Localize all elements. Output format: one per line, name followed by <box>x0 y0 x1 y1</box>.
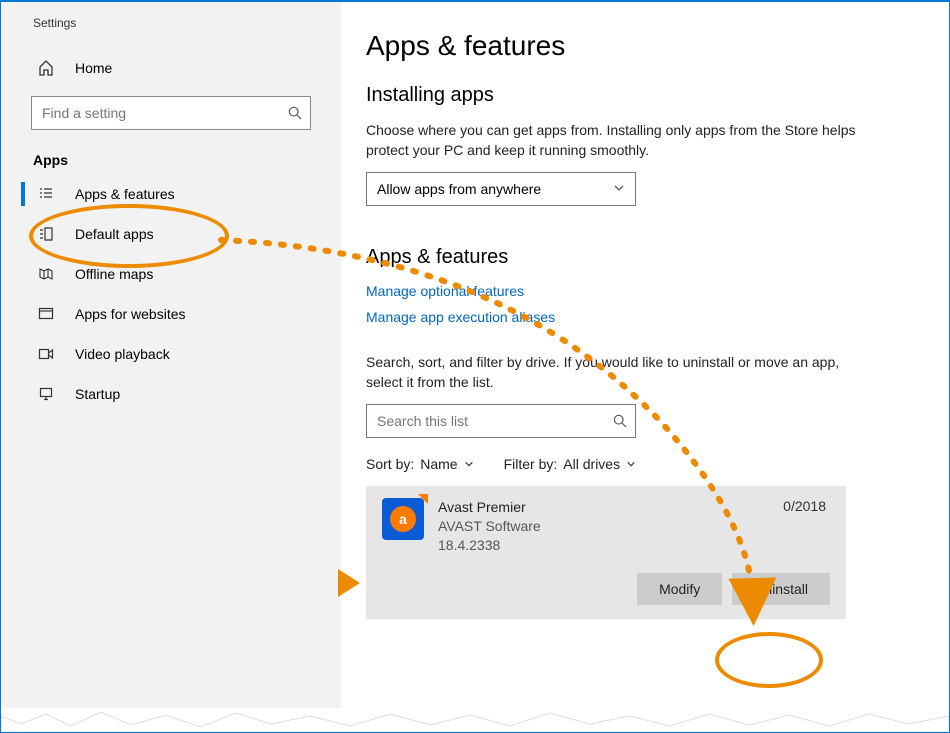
sidebar-item-default-apps[interactable]: Default apps <box>1 214 341 254</box>
app-meta: Avast Premier AVAST Software 18.4.2338 <box>438 498 541 555</box>
home-nav[interactable]: Home <box>1 52 341 86</box>
installing-apps-description: Choose where you can get apps from. Inst… <box>366 121 866 160</box>
nav-label: Apps & features <box>75 186 175 202</box>
sidebar-item-startup[interactable]: Startup <box>1 374 341 414</box>
app-search-input[interactable] <box>367 413 605 429</box>
home-label: Home <box>75 60 112 76</box>
app-icon-letter: a <box>390 506 416 532</box>
find-setting-input[interactable] <box>32 105 280 121</box>
section-label: Apps <box>1 130 341 174</box>
annotation-arrow-icon <box>338 569 360 597</box>
app-name: Avast Premier <box>438 498 541 517</box>
app-search[interactable] <box>366 404 636 438</box>
map-icon <box>37 266 55 282</box>
nav-label: Video playback <box>75 346 170 362</box>
sort-by-control[interactable]: Sort by: Name <box>366 456 474 472</box>
sort-filter-row: Sort by: Name Filter by: All drives <box>366 456 909 472</box>
home-icon <box>37 60 55 76</box>
apps-features-heading: Apps & features <box>366 246 909 269</box>
page-title: Apps & features <box>366 30 909 62</box>
nav-label: Startup <box>75 386 120 402</box>
startup-icon <box>37 386 55 402</box>
sort-value: Name <box>420 456 457 472</box>
sidebar: Settings Home Apps Apps & features <box>1 2 341 732</box>
app-item-selected[interactable]: a Avast Premier AVAST Software 18.4.2338… <box>366 486 846 619</box>
search-icon <box>605 414 635 428</box>
filter-value: All drives <box>563 456 620 472</box>
defaults-icon <box>37 226 55 242</box>
torn-edge-decoration <box>1 708 949 732</box>
chevron-down-icon <box>613 181 625 197</box>
website-icon <box>37 306 55 322</box>
settings-window: Settings Home Apps Apps & features <box>0 0 950 733</box>
sidebar-item-apps-features[interactable]: Apps & features <box>1 174 341 214</box>
sort-label: Sort by: <box>366 456 414 472</box>
app-icon-badge <box>418 494 428 504</box>
sidebar-item-apps-websites[interactable]: Apps for websites <box>1 294 341 334</box>
sidebar-item-offline-maps[interactable]: Offline maps <box>1 254 341 294</box>
uninstall-button[interactable]: Uninstall <box>732 573 830 605</box>
manage-optional-features-link[interactable]: Manage optional features <box>366 283 524 299</box>
chevron-down-icon <box>464 459 474 469</box>
nav-label: Offline maps <box>75 266 153 282</box>
nav-label: Apps for websites <box>75 306 186 322</box>
app-version: 18.4.2338 <box>438 536 541 555</box>
search-icon <box>280 106 310 120</box>
install-source-select[interactable]: Allow apps from anywhere <box>366 172 636 206</box>
window-title: Settings <box>1 16 341 52</box>
chevron-down-icon <box>626 459 636 469</box>
filter-by-control[interactable]: Filter by: All drives <box>504 456 636 472</box>
nav-label: Default apps <box>75 226 154 242</box>
app-publisher: AVAST Software <box>438 517 541 536</box>
video-icon <box>37 346 55 362</box>
manage-aliases-link[interactable]: Manage app execution aliases <box>366 309 555 325</box>
install-source-value: Allow apps from anywhere <box>377 181 541 197</box>
filter-label: Filter by: <box>504 456 558 472</box>
search-description: Search, sort, and filter by drive. If yo… <box>366 353 866 392</box>
installing-apps-heading: Installing apps <box>366 84 909 107</box>
sidebar-item-video-playback[interactable]: Video playback <box>1 334 341 374</box>
avast-app-icon: a <box>382 498 424 540</box>
main-panel: Apps & features Installing apps Choose w… <box>366 2 949 732</box>
modify-button[interactable]: Modify <box>637 573 722 605</box>
list-icon <box>37 186 55 202</box>
find-setting-search[interactable] <box>31 96 311 130</box>
app-install-date: 0/2018 <box>783 498 826 514</box>
